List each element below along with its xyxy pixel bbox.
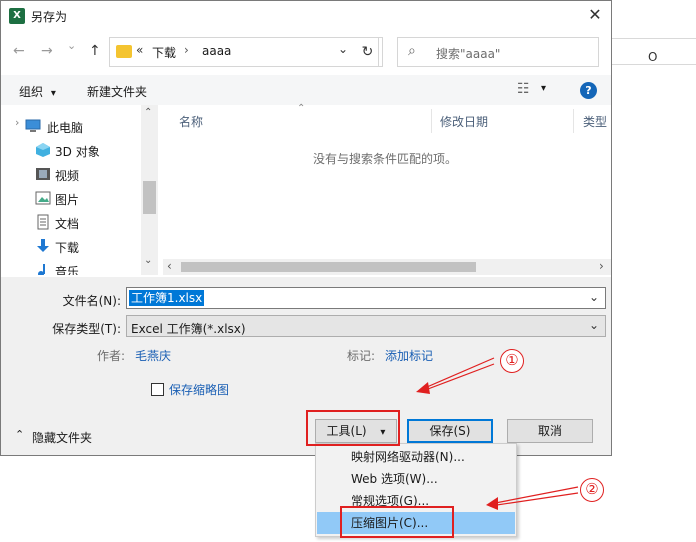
view-options-icon[interactable]: ☷ bbox=[517, 81, 530, 97]
nav-item-label: 此电脑 bbox=[47, 121, 84, 135]
nav-item-label: 文档 bbox=[55, 217, 80, 231]
tags-label: 标记: bbox=[347, 349, 376, 363]
nav-item-label: 下载 bbox=[55, 241, 80, 255]
filename-label: 文件名(N): bbox=[62, 294, 121, 308]
address-dropdown-icon[interactable]: ⌄ bbox=[338, 42, 348, 56]
step-2-marker: ② bbox=[580, 478, 604, 502]
column-header-cell: O bbox=[648, 50, 658, 64]
scroll-down-icon[interactable]: ⌄ bbox=[144, 255, 152, 266]
filename-value: 工作簿1.xlsx bbox=[129, 290, 205, 306]
recent-locations-icon[interactable]: ⌄ bbox=[67, 39, 76, 52]
address-bar[interactable]: « 下载 › aaaa ⌄ bbox=[109, 37, 379, 67]
new-folder-button[interactable]: 新建文件夹 bbox=[87, 83, 147, 100]
search-input[interactable]: ⌕ 搜索"aaaa" bbox=[397, 37, 599, 67]
navigation-bar: ← → ⌄ ↑ « 下载 › aaaa ⌄ ↻ ⌕ 搜索"aaaa" bbox=[1, 33, 611, 73]
file-list: ⌃ 名称 修改日期 类型 没有与搜索条件匹配的项。 bbox=[163, 103, 611, 261]
music-icon bbox=[35, 262, 51, 275]
close-icon[interactable]: ✕ bbox=[579, 1, 611, 31]
picture-icon bbox=[35, 190, 51, 206]
title-bar: X 另存为 ✕ bbox=[1, 1, 611, 31]
scroll-up-icon[interactable]: ⌃ bbox=[144, 107, 152, 118]
navigation-pane: › 此电脑 3D 对象 视频 图片 文档 下载 音乐 bbox=[1, 105, 159, 275]
nav-item-3d-objects[interactable]: 3D 对象 bbox=[1, 138, 141, 162]
column-header-type[interactable]: 类型 bbox=[583, 113, 607, 130]
column-divider[interactable] bbox=[431, 109, 432, 133]
chevron-down-icon[interactable]: ⌄ bbox=[589, 290, 599, 304]
address-overflow[interactable]: « bbox=[136, 43, 143, 57]
search-icon: ⌕ bbox=[408, 43, 416, 59]
empty-results-message: 没有与搜索条件匹配的项。 bbox=[313, 152, 458, 166]
filetype-select[interactable]: Excel 工作簿(*.xlsx) ⌄ bbox=[126, 315, 606, 337]
video-icon bbox=[35, 166, 51, 182]
nav-item-label: 图片 bbox=[55, 193, 80, 207]
nav-item-pictures[interactable]: 图片 bbox=[1, 186, 141, 210]
nav-item-music[interactable]: 音乐 bbox=[1, 258, 141, 275]
help-icon[interactable]: ? bbox=[580, 82, 597, 99]
chevron-up-icon[interactable]: ⌃ bbox=[15, 428, 24, 441]
breadcrumb-aaaa[interactable]: aaaa bbox=[202, 44, 231, 58]
filetype-value: Excel 工作簿(*.xlsx) bbox=[131, 322, 246, 336]
nav-item-label: 3D 对象 bbox=[55, 145, 100, 159]
scrollbar-thumb[interactable] bbox=[143, 181, 156, 214]
save-button[interactable]: 保存(S) bbox=[407, 419, 493, 443]
view-options-caret-icon[interactable]: ▾ bbox=[541, 83, 546, 94]
document-icon bbox=[35, 214, 51, 230]
hide-folders-button[interactable]: 隐藏文件夹 bbox=[32, 429, 92, 446]
scrollbar-thumb[interactable] bbox=[181, 262, 476, 272]
save-as-dialog: X 另存为 ✕ ← → ⌄ ↑ « 下载 › aaaa ⌄ ↻ ⌕ 搜索"aaa… bbox=[0, 0, 612, 456]
back-icon[interactable]: ← bbox=[13, 43, 25, 59]
column-divider[interactable] bbox=[573, 109, 574, 133]
save-thumbnail-checkbox[interactable] bbox=[151, 383, 164, 396]
column-header-name[interactable]: 名称 bbox=[179, 113, 203, 130]
computer-icon bbox=[25, 118, 41, 134]
folder-icon bbox=[116, 45, 132, 58]
menu-item-web-options[interactable]: Web 选项(W)... bbox=[317, 468, 515, 490]
organize-label: 组织 bbox=[19, 85, 44, 99]
cancel-button[interactable]: 取消 bbox=[507, 419, 593, 443]
filetype-label: 保存类型(T): bbox=[52, 322, 121, 336]
excel-background: O bbox=[610, 0, 696, 542]
column-header-date[interactable]: 修改日期 bbox=[440, 113, 488, 130]
annotation-box-tools bbox=[306, 410, 400, 446]
annotation-box-compress bbox=[340, 506, 454, 538]
author-value[interactable]: 毛燕庆 bbox=[135, 347, 171, 364]
scroll-right-icon[interactable]: › bbox=[599, 259, 604, 273]
nav-item-this-pc[interactable]: 此电脑 bbox=[1, 114, 141, 138]
chevron-down-icon: ▾ bbox=[50, 88, 56, 99]
save-thumbnail-label[interactable]: 保存缩略图 bbox=[169, 381, 229, 398]
cube-icon bbox=[35, 142, 51, 158]
nav-item-documents[interactable]: 文档 bbox=[1, 210, 141, 234]
organize-button[interactable]: 组织 ▾ bbox=[19, 83, 56, 100]
nav-item-downloads[interactable]: 下载 bbox=[1, 234, 141, 258]
grid-line bbox=[610, 38, 696, 39]
breadcrumb-separator: › bbox=[184, 43, 189, 57]
dialog-title: 另存为 bbox=[31, 10, 68, 24]
nav-item-label: 音乐 bbox=[55, 265, 80, 275]
menu-item-map-network-drive[interactable]: 映射网络驱动器(N)... bbox=[317, 446, 515, 468]
step-1-marker: ① bbox=[500, 349, 524, 373]
nav-item-videos[interactable]: 视频 bbox=[1, 162, 141, 186]
nav-item-label: 视频 bbox=[55, 169, 80, 183]
excel-app-icon: X bbox=[9, 8, 25, 24]
sort-caret-icon: ⌃ bbox=[297, 103, 306, 114]
tags-input[interactable]: 添加标记 bbox=[385, 347, 433, 364]
author-label: 作者: bbox=[97, 349, 126, 363]
command-toolbar: 组织 ▾ 新建文件夹 ☷ ▾ ? bbox=[1, 75, 611, 105]
search-placeholder: 搜索"aaaa" bbox=[436, 47, 501, 61]
chevron-down-icon[interactable]: ⌄ bbox=[589, 318, 599, 332]
scroll-left-icon[interactable]: ‹ bbox=[167, 259, 172, 273]
grid-line bbox=[610, 64, 696, 65]
forward-icon[interactable]: → bbox=[41, 43, 53, 59]
breadcrumb-downloads[interactable]: 下载 bbox=[152, 44, 176, 61]
filename-input[interactable]: 工作簿1.xlsx ⌄ bbox=[126, 287, 606, 309]
up-folder-icon[interactable]: ↑ bbox=[89, 43, 101, 59]
refresh-icon[interactable]: ↻ bbox=[353, 37, 383, 67]
download-icon bbox=[35, 238, 51, 254]
